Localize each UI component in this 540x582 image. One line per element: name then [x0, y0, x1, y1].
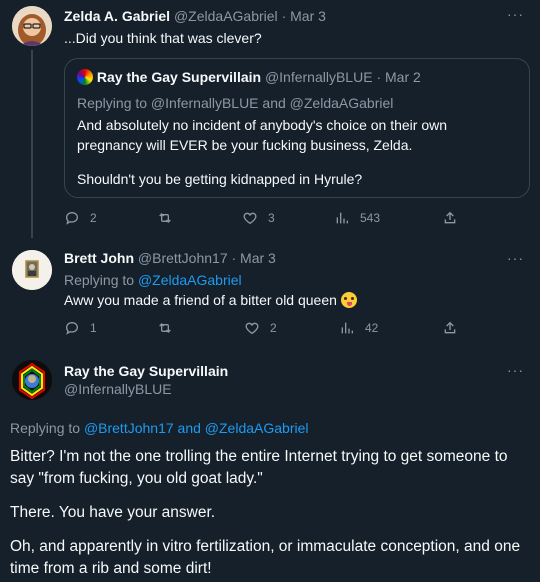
tweet-text: ...Did you think that was clever?: [64, 30, 262, 46]
views-icon: [336, 212, 348, 224]
thread-line: [31, 50, 33, 238]
replying-to: Replying to @ZeldaAGabriel: [64, 270, 242, 290]
author-handle[interactable]: @ZeldaAGabriel: [174, 8, 278, 24]
share-button[interactable]: [442, 320, 458, 336]
retweet-button[interactable]: [157, 320, 183, 336]
tweet-header: Ray the Gay Supervillain @InfernallyBLUE: [64, 363, 228, 397]
more-options-button[interactable]: ···: [507, 362, 524, 378]
quote-avatar: [77, 69, 93, 85]
quote-replying-to: Replying to @InfernallyBLUE and @ZeldaAG…: [77, 95, 394, 111]
tweet-text-2: There. You have your answer.: [10, 504, 216, 521]
like-button[interactable]: 3: [242, 210, 275, 226]
like-count: 2: [270, 321, 277, 335]
reply-button[interactable]: 2: [64, 210, 97, 226]
views-button[interactable]: 543: [334, 210, 380, 226]
mention-link[interactable]: @ZeldaAGabriel: [138, 272, 242, 288]
avatar-ray[interactable]: [12, 360, 52, 400]
quote-header: Ray the Gay Supervillain @InfernallyBLUE…: [77, 69, 421, 85]
quote-date: · Mar 2: [376, 69, 421, 85]
quote-text-2: Shouldn't you be getting kidnapped in Hy…: [77, 171, 363, 187]
share-icon: [444, 211, 456, 224]
avatar-zelda[interactable]: [12, 6, 52, 46]
tongue-wink-emoji-icon: [340, 292, 357, 308]
views-button[interactable]: 42: [339, 320, 378, 336]
tweet-actions: 2 3 543: [64, 210, 504, 230]
heart-icon: [243, 212, 257, 225]
replying-to: Replying to @BrettJohn17 and @ZeldaAGabr…: [10, 418, 308, 438]
author-handle[interactable]: @BrettJohn17: [138, 250, 228, 266]
views-icon: [341, 322, 353, 334]
like-button[interactable]: 2: [244, 320, 277, 336]
replying-prefix: Replying to: [10, 420, 81, 436]
reply-icon: [65, 321, 79, 335]
tweet-header: Zelda A. Gabriel @ZeldaAGabriel · Mar 3: [64, 8, 326, 24]
tweet-text-row: Aww you made a friend of a bitter old qu…: [64, 290, 357, 310]
quoted-tweet[interactable]: Ray the Gay Supervillain @InfernallyBLUE…: [64, 58, 530, 198]
author-name[interactable]: Zelda A. Gabriel: [64, 8, 170, 24]
retweet-button[interactable]: [157, 210, 183, 226]
mention-links[interactable]: @BrettJohn17 and @ZeldaAGabriel: [84, 420, 309, 436]
reply-count: 1: [90, 321, 97, 335]
retweet-icon: [159, 213, 171, 223]
author-name[interactable]: Brett John: [64, 250, 134, 266]
quote-author-name: Ray the Gay Supervillain: [96, 69, 262, 85]
like-count: 3: [268, 211, 275, 225]
tweet-ray-main[interactable]: Ray the Gay Supervillain @InfernallyBLUE…: [0, 348, 540, 582]
tweet-date[interactable]: · Mar 3: [282, 8, 326, 24]
quote-text-1: And absolutely no incident of anybody's …: [77, 117, 448, 153]
retweet-icon: [159, 323, 171, 333]
views-count: 543: [360, 211, 381, 225]
tweet-date[interactable]: · Mar 3: [232, 250, 276, 266]
tweet-header: Brett John @BrettJohn17 · Mar 3: [64, 250, 276, 266]
tweet-text: Aww you made a friend of a bitter old qu…: [64, 292, 337, 308]
tweet-text-3: Oh, and apparently in vitro fertilizatio…: [10, 538, 521, 577]
share-button[interactable]: [442, 210, 458, 226]
views-count: 42: [365, 321, 379, 335]
tweet-zelda[interactable]: Zelda A. Gabriel @ZeldaAGabriel · Mar 3 …: [0, 0, 540, 238]
heart-icon: [245, 322, 259, 335]
reply-icon: [65, 211, 79, 225]
reply-count: 2: [90, 211, 97, 225]
avatar-brett[interactable]: [12, 250, 52, 290]
more-options-button[interactable]: ···: [507, 250, 524, 266]
more-options-button[interactable]: ···: [507, 6, 524, 22]
quote-author-handle: @InfernallyBLUE: [264, 69, 373, 85]
share-icon: [444, 321, 456, 334]
author-handle[interactable]: @InfernallyBLUE: [64, 381, 228, 397]
author-name[interactable]: Ray the Gay Supervillain: [64, 363, 228, 379]
replying-prefix: Replying to: [64, 272, 135, 288]
tweet-actions: 1 2 42: [64, 320, 504, 340]
tweet-text-1: Bitter? I'm not the one trolling the ent…: [10, 448, 508, 487]
tweet-brett[interactable]: Brett John @BrettJohn17 · Mar 3 ··· Repl…: [0, 238, 540, 348]
reply-button[interactable]: 1: [64, 320, 97, 336]
